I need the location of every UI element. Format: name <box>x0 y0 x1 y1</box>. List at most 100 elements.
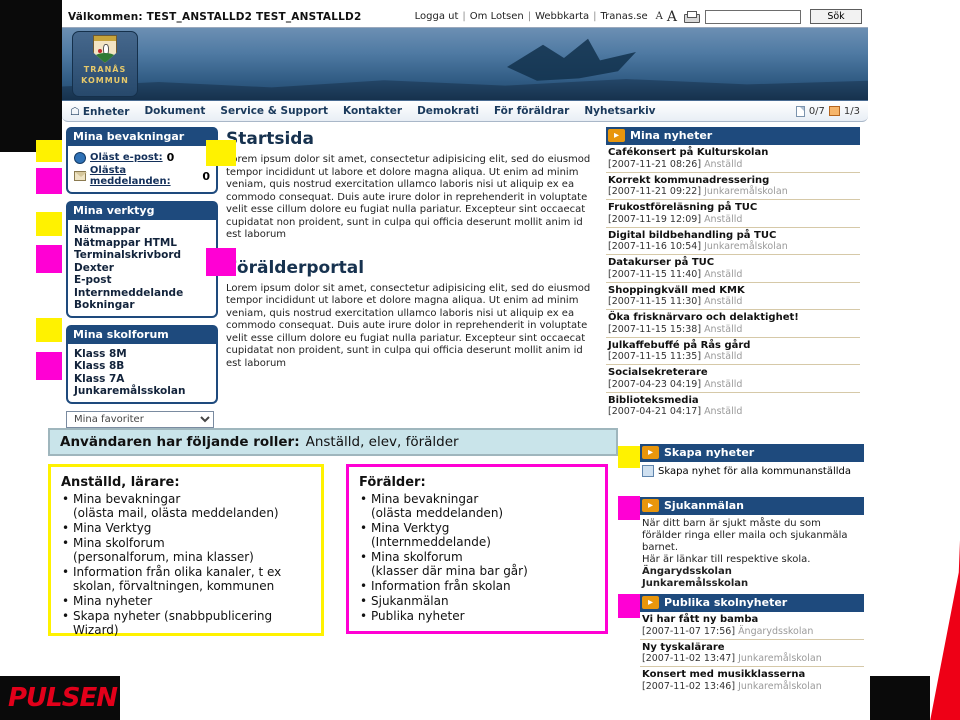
chevron-right-icon: ▸ <box>608 129 625 142</box>
chevron-right-icon: ▸ <box>642 446 659 459</box>
news-item[interactable]: Konsert med musikklasserna [2007-11-02 1… <box>640 667 864 694</box>
news-item[interactable]: Frukostföreläsning på TUC [2007-11-19 12… <box>606 200 860 228</box>
news-title[interactable]: Konsert med musikklasserna <box>642 669 862 681</box>
external-site-link[interactable]: Tranas.se <box>601 11 648 22</box>
tool-item-natmappar[interactable]: Nätmappar <box>74 224 210 237</box>
panel-body-bevakningar: Oläst e-post: 0 Olästa meddelanden: 0 <box>66 146 218 194</box>
logout-link[interactable]: Logga ut <box>415 11 459 22</box>
nav-item-enheter[interactable]: ☖ Enheter <box>70 105 129 118</box>
tool-item-dexter[interactable]: Dexter <box>74 262 210 275</box>
tool-item-terminalskrivbord[interactable]: Terminalskrivbord <box>74 249 210 262</box>
sitemap-link[interactable]: Webbkarta <box>535 11 589 22</box>
sjukanmalan-school-1[interactable]: Ängarydsskolan <box>642 566 862 578</box>
news-meta: [2007-11-02 13:46] Junkaremålskolan <box>642 681 862 692</box>
tool-item-bokningar[interactable]: Bokningar <box>74 299 210 312</box>
news-date: [2007-11-16 10:54] <box>608 241 702 252</box>
nav-item-nyhetsarkiv[interactable]: Nyhetsarkiv <box>584 105 655 117</box>
news-item[interactable]: Julkaffebuffé på Rås gård [2007-11-15 11… <box>606 338 860 365</box>
news-title[interactable]: Datakurser på TUC <box>608 257 858 269</box>
create-news-link[interactable]: Skapa nyhet för alla kommunanställda <box>658 466 851 477</box>
municipality-logo[interactable]: TRANÅS KOMMUN <box>72 31 138 97</box>
news-title[interactable]: Frukostföreläsning på TUC <box>608 202 858 214</box>
favorites-select[interactable]: Mina favoriter <box>66 410 214 428</box>
news-meta: [2007-11-21 08:26] Anställd <box>608 159 858 170</box>
news-source: Junkaremålskolan <box>738 680 822 692</box>
news-date: [2007-11-15 15:38] <box>608 323 702 335</box>
nav-item-service-support[interactable]: Service & Support <box>220 105 328 117</box>
news-title[interactable]: Ny tyskalärare <box>642 642 862 654</box>
role-item-sub: Wizard) <box>73 623 119 637</box>
role-item-sub: (Internmeddelande) <box>371 535 491 549</box>
news-date: [2007-11-02 13:47] <box>642 653 736 664</box>
news-item[interactable]: Biblioteksmedia [2007-04-21 04:17] Anstä… <box>606 393 860 420</box>
nav-item-for-foraldrar[interactable]: För föräldrar <box>494 105 569 117</box>
role-item-main: Publika nyheter <box>371 609 465 623</box>
forum-item-klass-8m[interactable]: Klass 8M <box>74 348 210 361</box>
unread-email-count: 0 <box>166 151 175 164</box>
tool-item-epost[interactable]: E-post <box>74 274 210 287</box>
news-title[interactable]: Socialsekreterare <box>608 367 858 379</box>
news-item[interactable]: Socialsekreterare [2007-04-23 04:19] Ans… <box>606 365 860 393</box>
sjukanmalan-school-2[interactable]: Junkaremålsskolan <box>642 578 862 590</box>
panel-title-text-sjukanmalan: Sjukanmälan <box>664 499 745 512</box>
print-icon[interactable] <box>684 10 700 23</box>
sjukanmalan-line-3: barnet. <box>642 542 679 553</box>
portal-window: Välkommen: TEST_ANSTALLD2 TEST_ANSTALLD2… <box>62 6 868 428</box>
font-size-small-icon[interactable]: A <box>656 11 663 22</box>
nav-item-dokument[interactable]: Dokument <box>144 105 205 117</box>
role-item-main: Mina Verktyg <box>371 521 450 535</box>
content-block-startsida: Startsida Lorem ipsum dolor sit amet, co… <box>224 129 600 242</box>
news-item[interactable]: Datakurser på TUC [2007-11-15 11:40] Ans… <box>606 255 860 283</box>
nav-item-kontakter[interactable]: Kontakter <box>343 105 402 117</box>
public-news-list: Vi har fått ny bamba [2007-11-07 17:56] … <box>640 612 864 694</box>
panel-title-bevakningar: Mina bevakningar <box>66 127 218 146</box>
news-title[interactable]: Öka frisknärvaro och delaktighet! <box>608 312 858 324</box>
create-news-row[interactable]: Skapa nyhet för alla kommunanställda <box>640 462 864 480</box>
link-separator: | <box>527 11 532 22</box>
forum-item-klass-7a[interactable]: Klass 7A <box>74 373 210 386</box>
unread-email-label[interactable]: Oläst e-post: <box>90 152 163 163</box>
pulsen-logo: PULSEN <box>8 683 118 713</box>
news-date: [2007-11-15 11:35] <box>608 351 702 362</box>
news-item[interactable]: Shoppingkväll med KMK [2007-11-15 11:30]… <box>606 283 860 310</box>
about-link[interactable]: Om Lotsen <box>470 11 524 22</box>
news-item[interactable]: Ny tyskalärare [2007-11-02 13:47] Junkar… <box>640 640 864 667</box>
unread-messages-count: 0 <box>202 169 210 183</box>
tool-item-internmeddelande[interactable]: Internmeddelande <box>74 287 210 300</box>
forum-item-klass-8b[interactable]: Klass 8B <box>74 360 210 373</box>
news-date: [2007-04-23 04:19] <box>608 378 702 390</box>
search-button[interactable]: Sök <box>810 9 862 24</box>
news-item[interactable]: Digital bildbehandling på TUC [2007-11-1… <box>606 228 860 255</box>
panel-title-text-mina-nyheter: Mina nyheter <box>630 129 713 142</box>
welcome-text: Välkommen: TEST_ANSTALLD2 TEST_ANSTALLD2 <box>68 10 362 23</box>
nav-item-demokrati[interactable]: Demokrati <box>417 105 479 117</box>
panel-body-skolforum: Klass 8M Klass 8B Klass 7A Junkaremålssk… <box>66 343 218 404</box>
news-title[interactable]: Julkaffebuffé på Rås gård <box>608 340 858 352</box>
news-title[interactable]: Digital bildbehandling på TUC <box>608 230 858 242</box>
news-title[interactable]: Shoppingkväll med KMK <box>608 285 858 297</box>
font-size-large-icon[interactable]: A <box>667 9 677 25</box>
news-item[interactable]: Vi har fått ny bamba [2007-11-07 17:56] … <box>640 612 864 640</box>
news-date: [2007-11-21 08:26] <box>608 158 702 170</box>
watch-row-messages[interactable]: Olästa meddelanden: 0 <box>74 165 210 187</box>
news-title[interactable]: Biblioteksmedia <box>608 395 858 407</box>
forum-item-junkaremalsskolan[interactable]: Junkaremålsskolan <box>74 385 210 398</box>
mail-icon <box>828 106 840 116</box>
news-source: Anställd <box>704 406 743 417</box>
news-item[interactable]: Cafékonsert på Kulturskolan [2007-11-21 … <box>606 145 860 173</box>
tool-item-natmappar-html[interactable]: Nätmappar HTML <box>74 237 210 250</box>
news-list: Cafékonsert på Kulturskolan [2007-11-21 … <box>606 145 860 419</box>
news-item[interactable]: Korrekt kommunadressering [2007-11-21 09… <box>606 173 860 200</box>
watch-row-email[interactable]: Oläst e-post: 0 <box>74 151 210 164</box>
page-title-startsida: Startsida <box>226 129 314 149</box>
news-source: Ängarydsskolan <box>738 625 814 637</box>
roles-banner: Användaren har följande roller: Anställd… <box>48 428 618 456</box>
news-title[interactable]: Korrekt kommunadressering <box>608 175 858 187</box>
news-item[interactable]: Öka frisknärvaro och delaktighet! [2007-… <box>606 310 860 338</box>
news-title[interactable]: Cafékonsert på Kulturskolan <box>608 147 858 159</box>
search-input[interactable] <box>705 9 801 24</box>
unread-messages-label[interactable]: Olästa meddelanden: <box>90 165 198 187</box>
role-box-parent: Förälder: Mina bevakningar (olästa medde… <box>346 464 608 634</box>
news-title[interactable]: Vi har fått ny bamba <box>642 614 862 626</box>
top-links: Logga ut | Om Lotsen | Webbkarta | Trana… <box>415 9 862 25</box>
